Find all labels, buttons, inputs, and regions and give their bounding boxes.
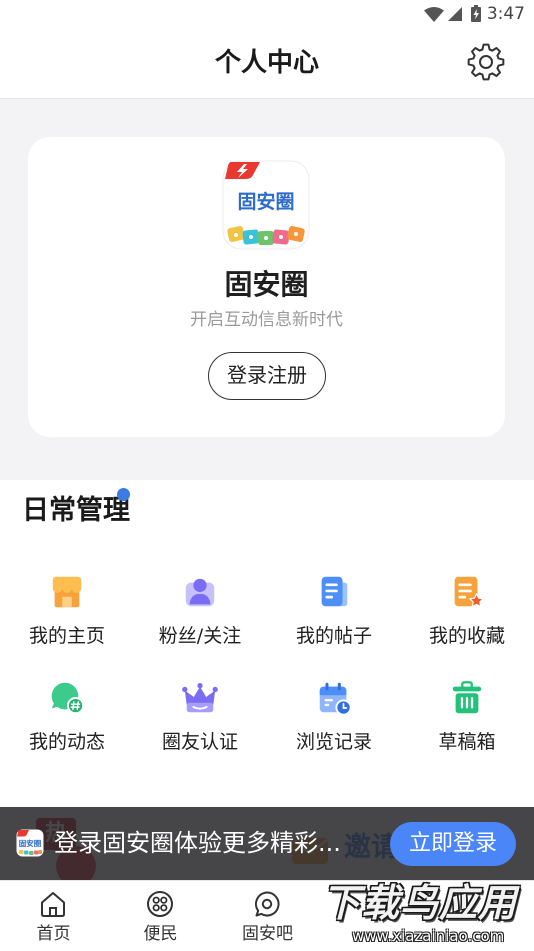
gear-icon[interactable] xyxy=(466,42,506,82)
posts-icon xyxy=(321,576,348,607)
nav-item-convenience[interactable]: 便民 xyxy=(107,881,214,951)
login-prompt-text: 登录固安圈体验更多精彩... xyxy=(54,829,341,857)
crown-icon xyxy=(182,682,218,713)
watermark: 下载鸟应用 www.xiazainiao.com xyxy=(320,880,534,950)
grid-label: 我的动态 xyxy=(28,731,105,753)
grid-item-my-favorites[interactable]: 我的收藏 xyxy=(400,573,534,663)
watermark-url: www.xiazainiao.com xyxy=(352,927,505,945)
notice-dot xyxy=(117,488,130,501)
grid-item-browsing-history[interactable]: 浏览记录 xyxy=(267,679,401,769)
forum-icon xyxy=(255,891,280,917)
drafts-icon xyxy=(452,681,482,714)
app-logo: 固安圈 xyxy=(222,160,310,250)
nav-label: 固安吧 xyxy=(242,924,293,944)
grid-label: 我的收藏 xyxy=(428,625,505,647)
grid-label: 粉丝/关注 xyxy=(158,625,242,647)
grid-item-member-verification[interactable]: 圈友认证 xyxy=(133,679,267,769)
grid-label: 浏览记录 xyxy=(295,731,372,753)
app-name: 固安圈 xyxy=(224,268,309,301)
login-now-button[interactable]: 立即登录 xyxy=(390,822,516,866)
grid-label: 我的帖子 xyxy=(295,625,372,647)
history-icon xyxy=(319,682,352,716)
grid-item-drafts[interactable]: 草稿箱 xyxy=(400,679,534,769)
status-time: 3:47 xyxy=(486,4,525,24)
profile-section: 固安圈 固安圈 开启互动信息新时代 登录注册 xyxy=(0,99,534,480)
svg-text:固安圈: 固安圈 xyxy=(19,838,42,848)
login-prompt-banner: 固安圈 登录固安圈体验更多精彩... 立即登录 xyxy=(0,807,534,880)
page-title: 个人中心 xyxy=(214,48,319,78)
grid-label: 草稿箱 xyxy=(438,731,496,753)
nav-label: 便民 xyxy=(143,924,178,944)
nav-label: 首页 xyxy=(36,924,71,944)
svg-text:固安圈: 固安圈 xyxy=(237,190,294,213)
grid-item-fans-follow[interactable]: 粉丝/关注 xyxy=(133,573,267,663)
app-header: 个人中心 xyxy=(0,28,534,99)
grid-label: 圈友认证 xyxy=(161,731,238,753)
status-bar: 3:47 xyxy=(0,0,534,28)
wifi-icon xyxy=(424,7,444,22)
login-register-button[interactable]: 登录注册 xyxy=(208,352,326,400)
store-icon xyxy=(52,576,82,608)
profile-card: 固安圈 固安圈 开启互动信息新时代 登录注册 xyxy=(28,137,505,437)
nav-item-home[interactable]: 首页 xyxy=(0,881,107,951)
home-icon xyxy=(41,892,65,917)
section-title-daily-management: 日常管理 xyxy=(22,495,130,526)
convenience-icon xyxy=(147,891,173,917)
favorites-icon xyxy=(454,576,484,608)
fans-icon xyxy=(185,578,215,607)
grid-label: 我的主页 xyxy=(28,625,105,647)
app-logo-small: 固安圈 xyxy=(16,829,44,857)
watermark-title: 下载鸟应用 xyxy=(322,881,518,925)
grid-item-my-homepage[interactable]: 我的主页 xyxy=(0,573,134,663)
moments-icon xyxy=(51,682,85,715)
grid-item-my-moments[interactable]: 我的动态 xyxy=(0,679,134,769)
grid-item-my-posts[interactable]: 我的帖子 xyxy=(267,573,401,663)
battery-icon xyxy=(471,5,481,22)
app-slogan: 开启互动信息新时代 xyxy=(190,310,343,330)
signal-icon xyxy=(448,7,462,21)
nav-item-forum[interactable]: 固安吧 xyxy=(214,881,321,951)
